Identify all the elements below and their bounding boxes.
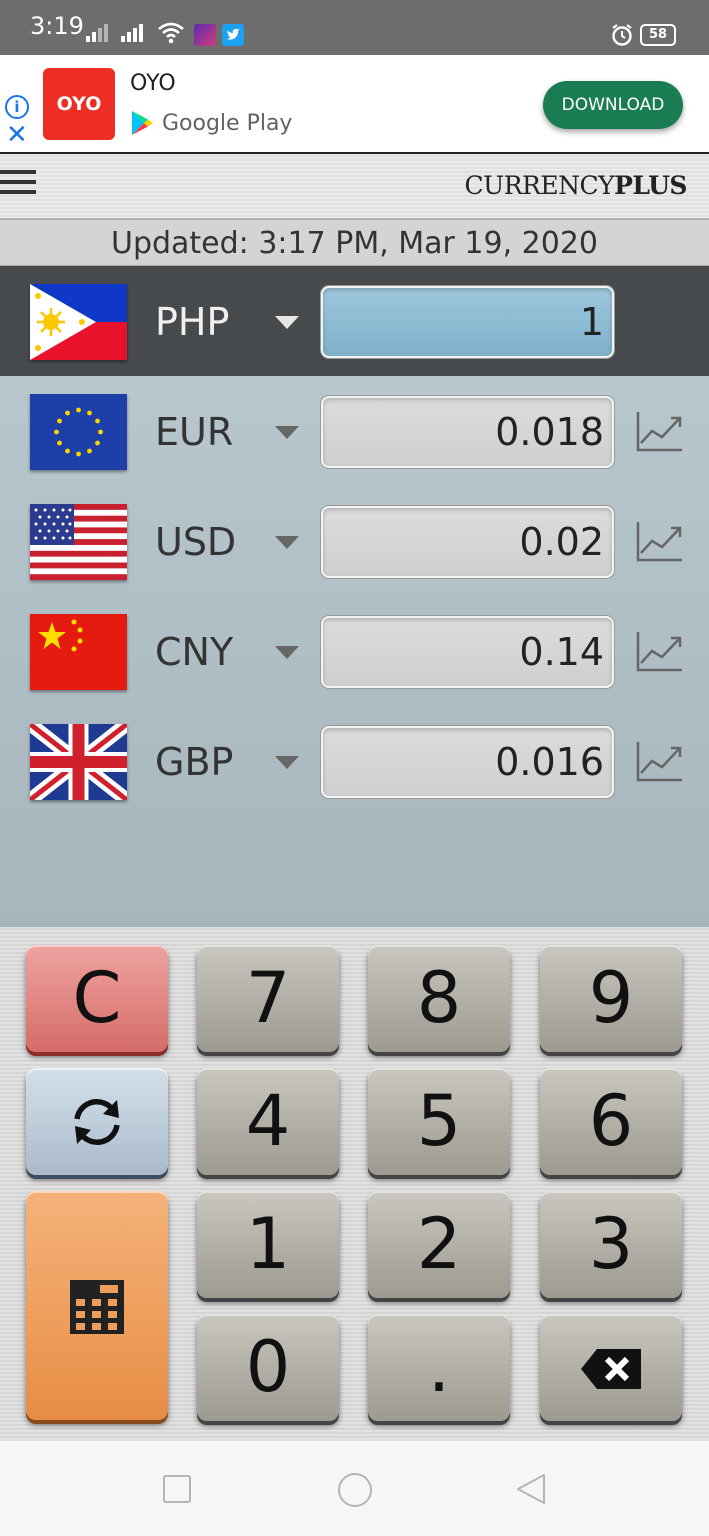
app-logo: CURRENCYPLUS (464, 171, 688, 200)
keypad: C 7 8 9 4 5 6 1 2 3 0 . (0, 927, 709, 1440)
digit-0-button[interactable]: 0 (197, 1314, 339, 1421)
recents-icon[interactable] (163, 1475, 191, 1503)
digit-6-button[interactable]: 6 (540, 1068, 682, 1175)
ad-title[interactable]: OYO (130, 71, 176, 96)
app-notification-icon (194, 24, 216, 46)
digit-9-button[interactable]: 9 (540, 945, 682, 1052)
currency-code[interactable]: EUR (155, 410, 233, 454)
digit-2-button[interactable]: 2 (368, 1191, 510, 1298)
digit-8-button[interactable]: 8 (368, 945, 510, 1052)
chevron-down-icon[interactable] (275, 316, 299, 329)
chart-icon[interactable] (636, 630, 684, 672)
google-play-badge[interactable]: Google Play (130, 107, 292, 139)
digit-3-button[interactable]: 3 (540, 1191, 682, 1298)
menu-icon[interactable] (0, 170, 36, 198)
currency-code[interactable]: CNY (155, 630, 233, 674)
backspace-button[interactable] (540, 1314, 682, 1421)
battery-icon: 58 (640, 24, 676, 46)
digit-1-button[interactable]: 1 (197, 1191, 339, 1298)
base-currency-row: PHP 1 (0, 266, 709, 376)
currency-row: USD 0.02 (0, 486, 709, 596)
app-header: CURRENCYPLUS (0, 154, 709, 219)
clear-button[interactable]: C (26, 945, 168, 1052)
converted-amount[interactable]: 0.016 (321, 726, 614, 798)
chevron-down-icon[interactable] (275, 756, 299, 769)
chevron-down-icon[interactable] (275, 646, 299, 659)
back-icon[interactable] (514, 1471, 550, 1507)
amount-input[interactable]: 1 (321, 286, 614, 358)
converted-amount[interactable]: 0.14 (321, 616, 614, 688)
home-icon[interactable] (338, 1473, 372, 1507)
oyo-logo[interactable]: OYO (43, 68, 115, 140)
ad-close-icon[interactable]: ✕ (6, 122, 28, 148)
backspace-icon (581, 1349, 641, 1389)
calculator-button[interactable] (26, 1191, 168, 1420)
converted-amount[interactable]: 0.018 (321, 396, 614, 468)
download-button[interactable]: DOWNLOAD (543, 81, 683, 129)
signal-icon-2 (121, 22, 143, 42)
currency-code[interactable]: USD (155, 520, 236, 564)
us-flag-icon[interactable] (30, 504, 127, 580)
status-time: 3:19 (30, 12, 84, 40)
currency-code[interactable]: PHP (155, 300, 229, 344)
currency-row: CNY 0.14 (0, 596, 709, 706)
chevron-down-icon[interactable] (275, 426, 299, 439)
refresh-button[interactable] (26, 1068, 168, 1175)
philippines-flag-icon[interactable] (30, 284, 127, 360)
digit-4-button[interactable]: 4 (197, 1068, 339, 1175)
decimal-point-button[interactable]: . (368, 1314, 510, 1421)
converted-amount[interactable]: 0.02 (321, 506, 614, 578)
chevron-down-icon[interactable] (275, 536, 299, 549)
navigation-bar (0, 1440, 709, 1536)
status-bar: 3:19 58 (0, 0, 709, 55)
eu-flag-icon[interactable] (30, 394, 127, 470)
twitter-icon (222, 24, 244, 46)
ad-info-icon[interactable]: i (5, 95, 29, 119)
updated-timestamp: Updated: 3:17 PM, Mar 19, 2020 (0, 219, 709, 266)
chart-icon[interactable] (636, 740, 684, 782)
chart-icon[interactable] (636, 410, 684, 452)
uk-flag-icon[interactable] (30, 724, 127, 800)
china-flag-icon[interactable] (30, 614, 127, 690)
currency-list: EUR 0.018 USD 0.02 CNY 0.14 GBP 0.016 (0, 376, 709, 927)
digit-7-button[interactable]: 7 (197, 945, 339, 1052)
google-play-icon (132, 111, 153, 135)
wifi-icon (158, 22, 184, 44)
ad-banner[interactable]: i ✕ OYO OYO Google Play DOWNLOAD (0, 55, 709, 154)
signal-icon (86, 22, 108, 42)
currency-code[interactable]: GBP (155, 740, 233, 784)
currency-row: EUR 0.018 (0, 376, 709, 486)
chart-icon[interactable] (636, 520, 684, 562)
digit-5-button[interactable]: 5 (368, 1068, 510, 1175)
alarm-icon (612, 24, 632, 46)
calculator-icon (70, 1280, 124, 1334)
currency-row: GBP 0.016 (0, 706, 709, 816)
store-label: Google Play (162, 110, 293, 136)
refresh-icon (74, 1099, 120, 1145)
